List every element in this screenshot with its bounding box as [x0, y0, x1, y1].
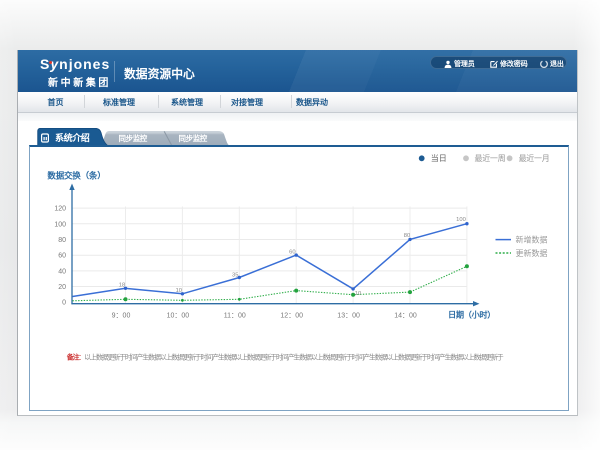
svg-text:同步监控: 同步监控 [179, 133, 208, 143]
svg-text:10: 10 [176, 288, 182, 294]
svg-text:18: 18 [119, 283, 125, 289]
svg-text:当日: 当日 [431, 153, 447, 163]
svg-text:120: 120 [54, 206, 66, 213]
svg-text:10：00: 10：00 [167, 313, 190, 320]
svg-text:数据交换（条）: 数据交换（条） [47, 170, 105, 180]
svg-text:80: 80 [58, 237, 66, 244]
svg-text:更新数据: 更新数据 [516, 248, 548, 258]
svg-text:100: 100 [54, 221, 66, 228]
svg-text:9：00: 9：00 [112, 313, 131, 320]
svg-text:12：00: 12：00 [280, 313, 303, 320]
svg-text:10: 10 [355, 291, 361, 297]
svg-text:40: 40 [58, 268, 66, 275]
svg-text:20: 20 [58, 284, 66, 291]
svg-text:35: 35 [232, 272, 238, 278]
svg-text:13：00: 13：00 [337, 313, 360, 320]
svg-text:同步监控: 同步监控 [119, 133, 148, 143]
svg-text:新增数据: 新增数据 [516, 235, 548, 245]
svg-text:100: 100 [456, 217, 466, 223]
svg-text:11：00: 11：00 [224, 313, 246, 320]
svg-text:0: 0 [62, 300, 66, 307]
svg-text:日期（小时）: 日期（小时） [448, 309, 495, 319]
svg-text:60: 60 [289, 250, 295, 256]
svg-text:最近一周: 最近一周 [475, 153, 506, 163]
svg-text:备注：以上数据更新于时间产生数据以上数据更新于时间产生数据以: 备注：以上数据更新于时间产生数据以上数据更新于时间产生数据以上数据更新于时间产生… [66, 352, 504, 361]
svg-text:系统介绍: 系统介绍 [55, 132, 90, 143]
svg-text:14：00: 14：00 [394, 313, 417, 320]
svg-text:80: 80 [404, 233, 410, 239]
svg-text:60: 60 [58, 253, 66, 260]
svg-text:最近一月: 最近一月 [519, 153, 550, 163]
